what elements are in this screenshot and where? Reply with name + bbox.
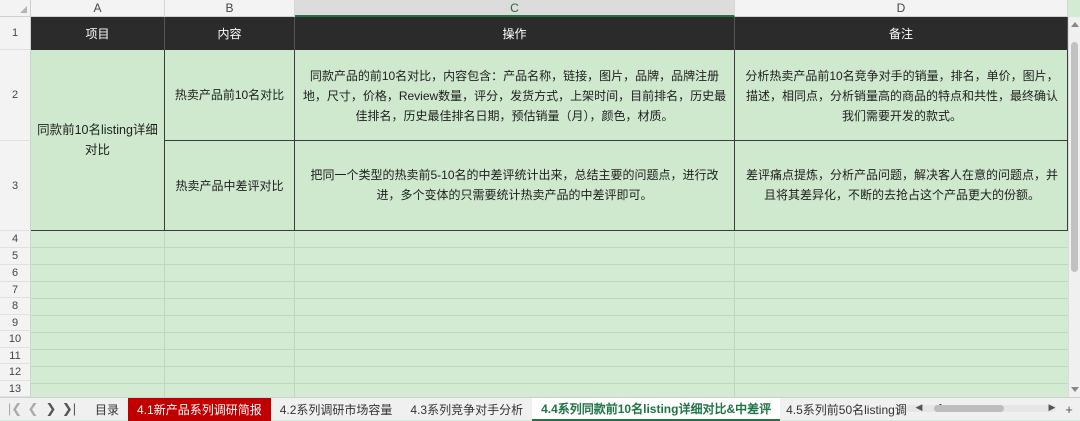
add-column-icon[interactable]: + (1060, 402, 1078, 417)
row-header-13[interactable]: 13 (0, 381, 31, 397)
empty-grid-area[interactable] (31, 231, 1068, 397)
row-header-12[interactable]: 12 (0, 364, 31, 381)
vertical-scrollbar[interactable] (1068, 17, 1080, 397)
tab-4-2[interactable]: 4.2系列调研市场容量 (271, 398, 402, 421)
row-header-2[interactable]: 2 (0, 50, 31, 141)
tab-4-1[interactable]: 4.1新产品系列调研简报 (128, 397, 271, 421)
row-header-4[interactable]: 4 (0, 231, 31, 248)
cell-row3-operation[interactable]: 把同一个类型的热卖前5-10名的中差评统计出来，总结主要的问题点，进行改进，多个… (295, 141, 735, 231)
prev-sheet-icon[interactable]: ❮ (24, 401, 42, 417)
cell-row3-content[interactable]: 热卖产品中差评对比 (165, 141, 295, 231)
horizontal-scrollbar[interactable] (906, 405, 1056, 412)
row-header-9[interactable]: 9 (0, 315, 31, 331)
row-header-1[interactable]: 1 (0, 17, 31, 50)
next-sheet-icon[interactable]: ❯ (42, 401, 60, 417)
column-header-d[interactable]: D (735, 0, 1068, 17)
cell-row2-content[interactable]: 热卖产品前10名对比 (165, 50, 295, 141)
row-header-3[interactable]: 3 (0, 141, 31, 231)
cell-row3-remark-text: 差评痛点提炼，分析产品问题，解决客人在意的问题点，并且将其差异化，不断的去抢占这… (745, 168, 1058, 202)
header-cell-remark[interactable]: 备注 (735, 17, 1068, 50)
header-cell-project[interactable]: 项目 (31, 17, 165, 50)
cell-row3-remark[interactable]: 差评痛点提炼，分析产品问题，解决客人在意的问题点，并且将其差异化，不断的去抢占这… (735, 141, 1068, 231)
scroll-down-icon[interactable] (1071, 387, 1079, 392)
row-header-5[interactable]: 5 (0, 248, 31, 265)
cell-row2-remark-text: 分析热卖产品前10名竞争对手的销量，排名，单价，图片，描述，相同点，分析销量高的… (745, 69, 1059, 123)
cell-row2-operation[interactable]: 同款产品的前10名对比，内容包含：产品名称，链接，图片，品牌，品牌注册地，尺寸，… (295, 50, 735, 141)
column-header-a[interactable]: A (31, 0, 165, 17)
scroll-up-icon[interactable] (1071, 22, 1079, 27)
tab-4-3[interactable]: 4.3系列竞争对手分析 (401, 398, 532, 421)
select-all-corner[interactable] (0, 0, 31, 17)
vertical-scroll-thumb[interactable] (1071, 42, 1078, 272)
row-header-10[interactable]: 10 (0, 331, 31, 348)
scroll-right-icon[interactable]: ▶ (1043, 402, 1061, 413)
scroll-left-icon[interactable]: ◀ (910, 402, 928, 413)
cell-project-merged[interactable]: 同款前10名listing详细对比 (31, 50, 165, 231)
row-header-8[interactable]: 8 (0, 298, 31, 315)
row-header-7[interactable]: 7 (0, 282, 31, 298)
tab-catalog[interactable]: 目录 (86, 398, 128, 421)
select-all-icon (20, 6, 27, 13)
tab-4-5[interactable]: 4.5系列前50名listing调研 (780, 398, 906, 421)
last-sheet-icon[interactable]: ❯| (60, 401, 78, 417)
column-header-b[interactable]: B (165, 0, 295, 17)
sheet-tab-bar: |❮ ❮ ❯ ❯| 目录 4.1新产品系列调研简报 4.2系列调研市场容量 4.… (0, 397, 1080, 421)
column-header-c[interactable]: C (295, 0, 735, 17)
header-cell-content[interactable]: 内容 (165, 17, 295, 50)
header-cell-operation[interactable]: 操作 (295, 17, 735, 50)
row-header-6[interactable]: 6 (0, 265, 31, 282)
row-header-11[interactable]: 11 (0, 348, 31, 364)
cell-row2-remark[interactable]: 分析热卖产品前10名竞争对手的销量，排名，单价，图片，描述，相同点，分析销量高的… (735, 50, 1068, 141)
first-sheet-icon[interactable]: |❮ (6, 401, 24, 417)
tab-4-4[interactable]: 4.4系列同款前10名listing详细对比&中差评 (532, 397, 781, 421)
horizontal-scroll-thumb[interactable] (934, 405, 1004, 412)
